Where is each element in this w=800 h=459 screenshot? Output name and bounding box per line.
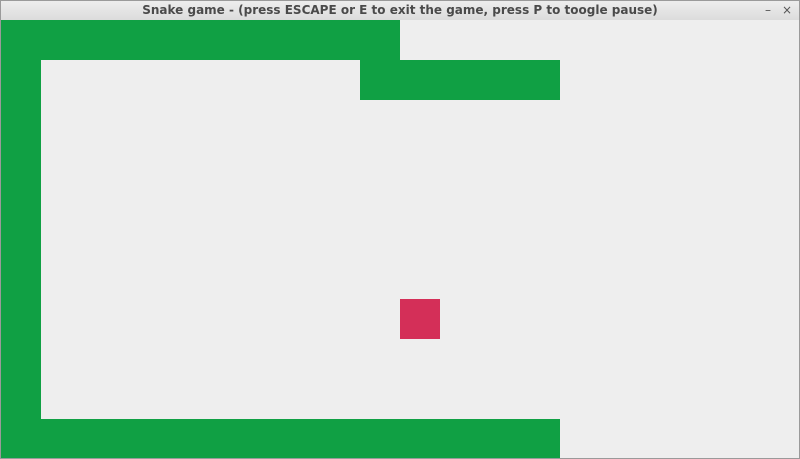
game-board[interactable] xyxy=(1,20,799,458)
title-bar[interactable]: Snake game - (press ESCAPE or E to exit … xyxy=(1,1,799,21)
game-window: Snake game - (press ESCAPE or E to exit … xyxy=(0,0,800,459)
snake-segment-bottom xyxy=(1,419,560,458)
window-title: Snake game - (press ESCAPE or E to exit … xyxy=(142,3,658,17)
snake-segment-top-left xyxy=(1,20,400,60)
food-item xyxy=(400,299,440,339)
close-icon[interactable]: × xyxy=(779,2,795,18)
minimize-icon[interactable]: – xyxy=(760,2,776,18)
snake-segment-left-vertical xyxy=(1,60,41,458)
snake-segment-top-right xyxy=(360,60,560,100)
